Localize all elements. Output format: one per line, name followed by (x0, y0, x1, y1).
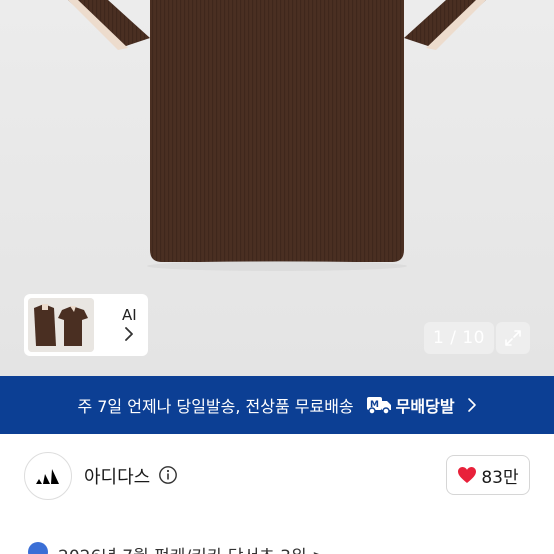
promo-banner[interactable]: 주 7일 언제나 당일발송, 전상품 무료배송 M 무배당발 (0, 376, 554, 434)
m-truck-icon: M (366, 397, 391, 415)
seller-row: 아디다스 83만 (0, 434, 554, 518)
thumbnail-image[interactable] (28, 298, 94, 352)
heart-icon (458, 467, 477, 483)
adidas-logo-icon (36, 469, 59, 484)
free-shipping-badge: M 무배당발 (366, 393, 455, 417)
chevron-right-icon (467, 398, 476, 412)
expand-icon[interactable] (496, 322, 530, 354)
ai-label: AI (122, 306, 137, 324)
like-button[interactable]: 83만 (446, 455, 530, 495)
free-shipping-label: 무배당발 (395, 397, 455, 416)
brand-logo[interactable] (24, 452, 72, 500)
ranking-row[interactable]: 2026년 7월 펀케/키카 당서츠 3위 > (0, 518, 554, 554)
chevron-right-icon[interactable] (124, 326, 134, 342)
product-image-viewer[interactable]: AI 1 / 10 (0, 0, 554, 376)
ai-thumbnail-card[interactable]: AI (24, 294, 148, 356)
brand-name[interactable]: 아디다스 (84, 463, 150, 489)
promo-banner-text: 주 7일 언제나 당일발송, 전상품 무료배송 (77, 397, 354, 416)
ranking-icon (28, 542, 48, 554)
info-icon[interactable] (158, 465, 178, 485)
like-count: 83만 (481, 467, 519, 488)
image-counter: 1 / 10 (424, 322, 494, 354)
svg-text:M: M (370, 400, 379, 410)
ranking-text: 2026년 7월 펀케/키카 당서츠 3위 > (58, 542, 326, 554)
